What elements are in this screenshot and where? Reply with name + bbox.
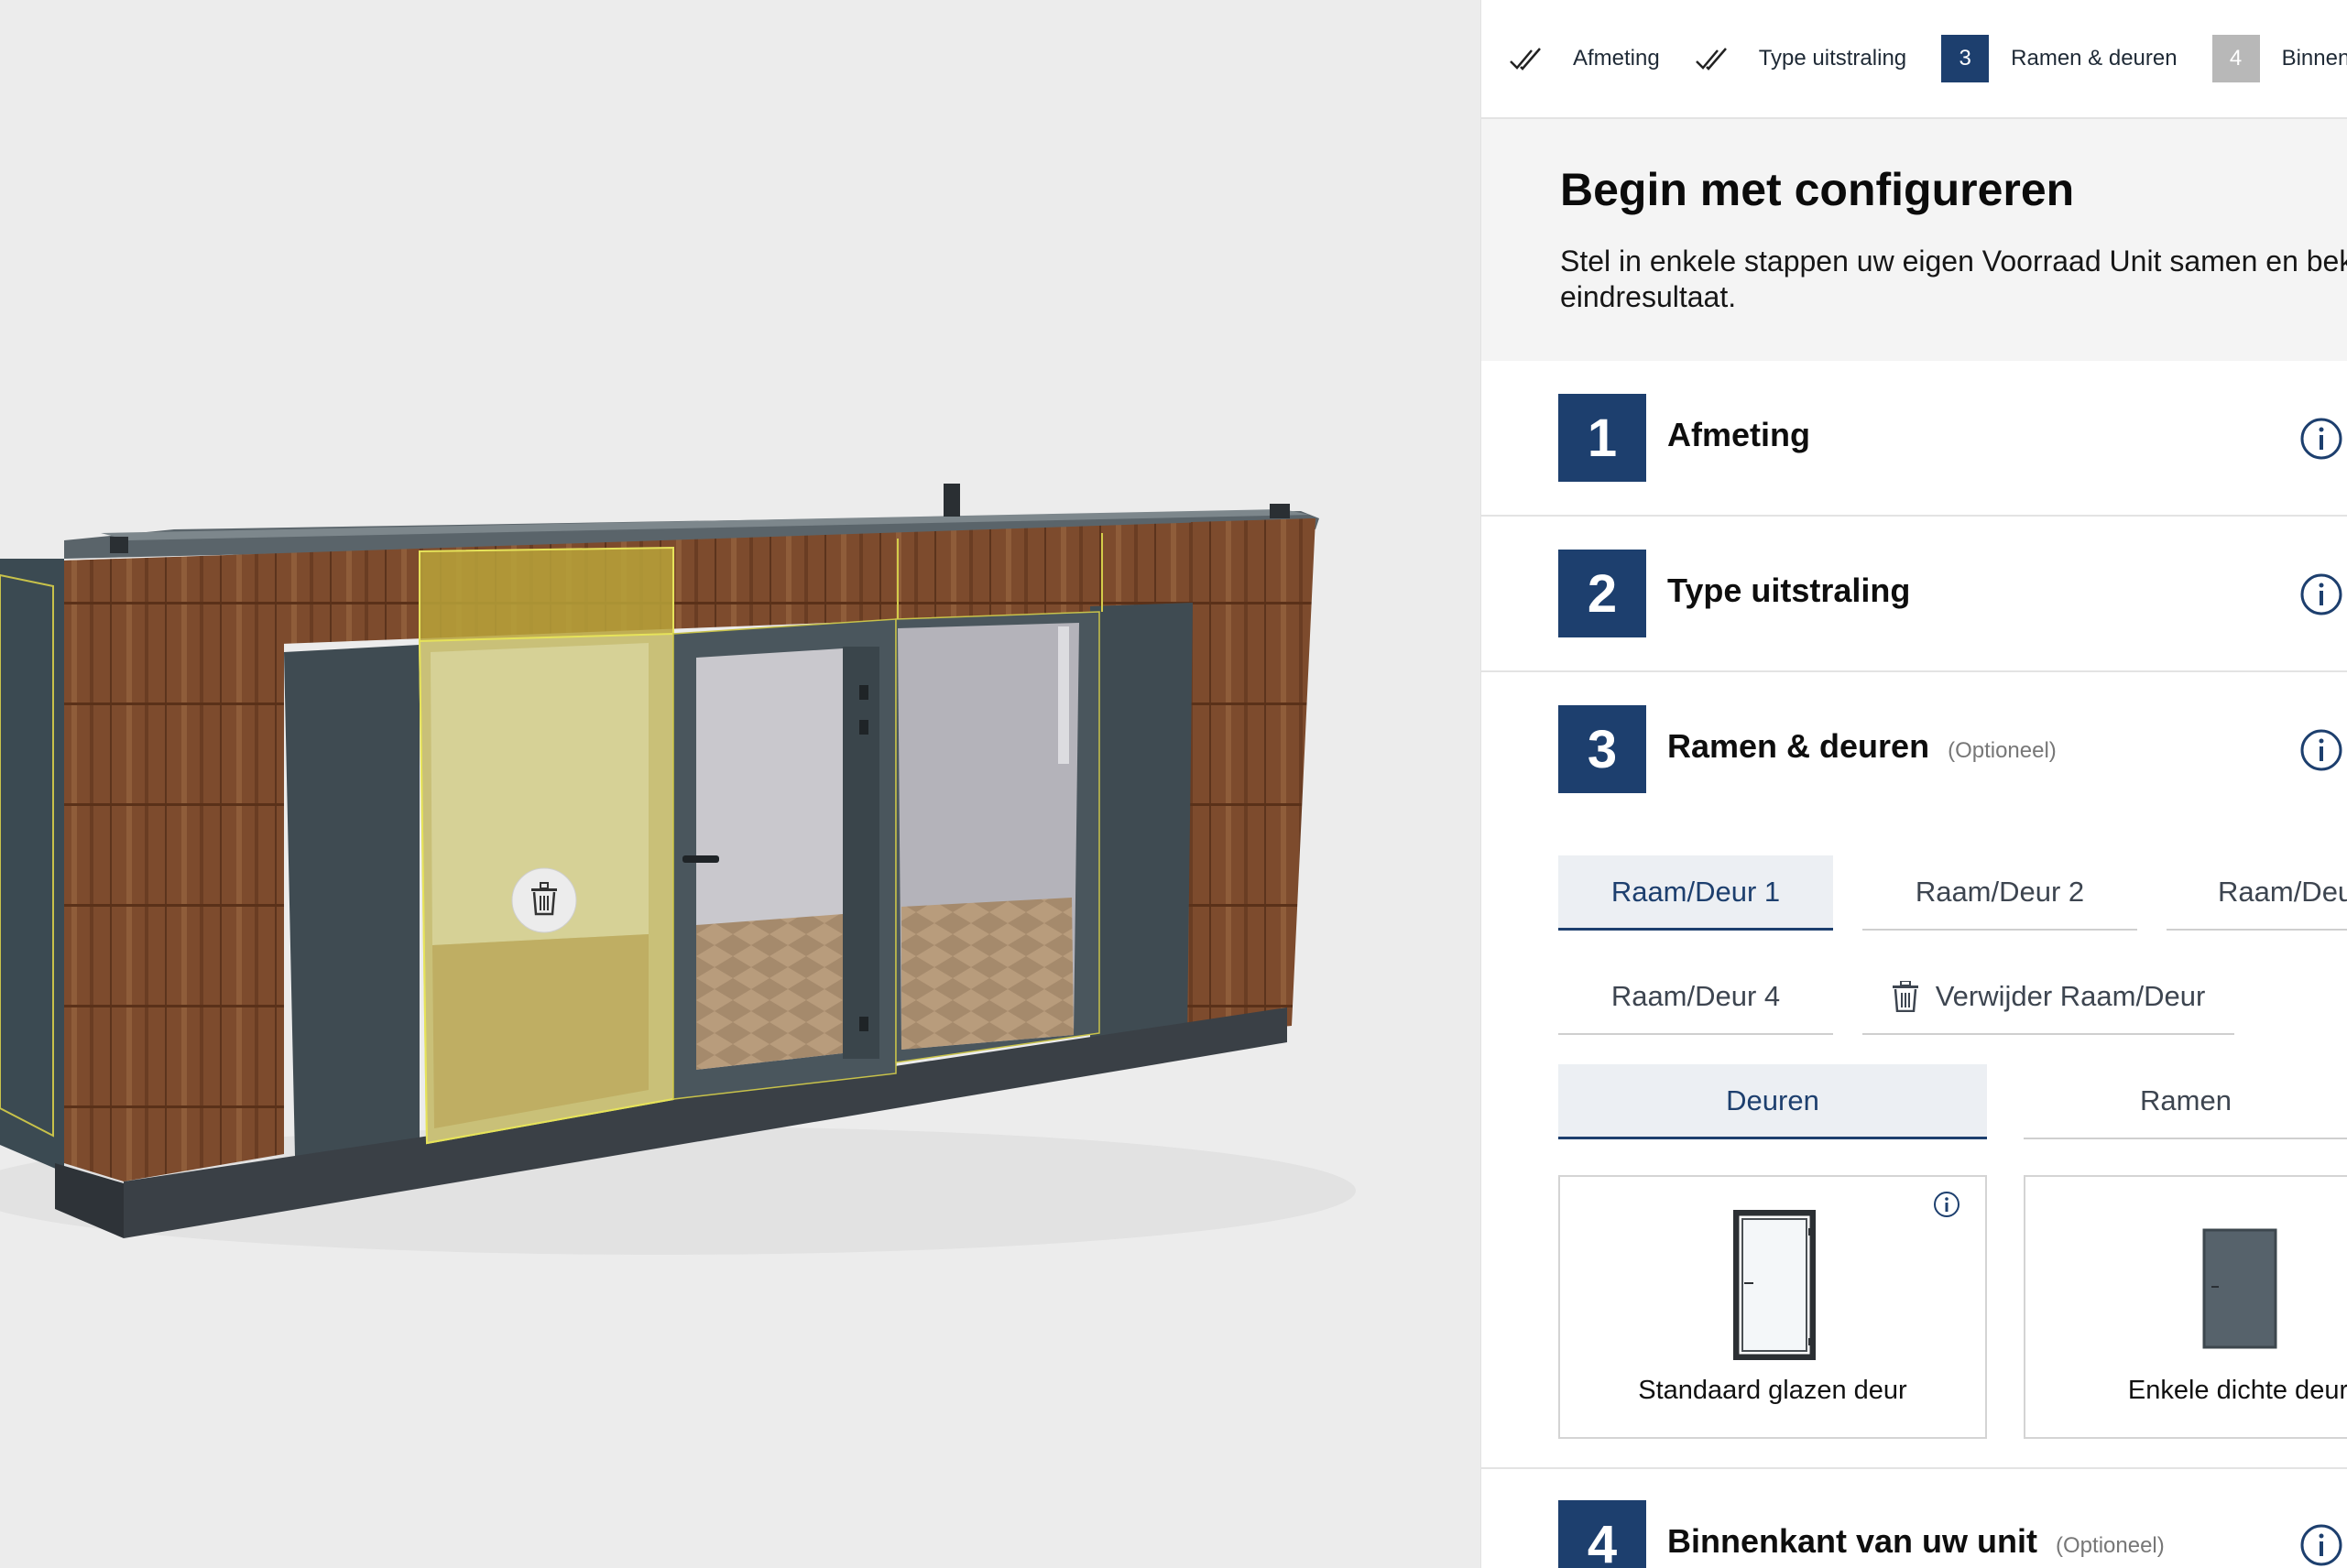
section-title: Binnenkant van uw unit xyxy=(1667,1522,2038,1560)
intro: Begin met configureren Stel in enkele st… xyxy=(1481,119,2347,361)
tab-raam-deur-1[interactable]: Raam/Deur 1 xyxy=(1558,855,1833,931)
info-icon[interactable] xyxy=(1932,1190,1961,1219)
section-title-wrap: Ramen & deuren (Optioneel) xyxy=(1667,727,2057,766)
glass-door-icon xyxy=(1733,1210,1816,1360)
section-number: 2 xyxy=(1558,550,1646,637)
optional-label: (Optioneel) xyxy=(2056,1533,2165,1558)
info-icon[interactable] xyxy=(2298,1522,2344,1568)
info-icon[interactable] xyxy=(2298,727,2344,773)
optional-label: (Optioneel) xyxy=(1948,738,2057,763)
solid-door-icon xyxy=(2202,1228,2277,1349)
configurator-panel: Afmeting Type uitstraling 3 Ramen & deur… xyxy=(1480,0,2347,1568)
stepper-step-afmeting[interactable]: Afmeting xyxy=(1509,45,1660,72)
section-number: 4 xyxy=(1558,1500,1646,1568)
container-side-panel xyxy=(0,559,64,1172)
stepper-label: Ramen & deuren xyxy=(2011,46,2178,71)
3d-viewport[interactable] xyxy=(0,0,1480,1568)
info-icon[interactable] xyxy=(2298,572,2344,617)
stepper-step-binnenkant[interactable]: 4 Binnen xyxy=(2211,35,2347,82)
intro-text: Stel in enkele stappen uw eigen Voorraad… xyxy=(1560,245,2347,313)
tab-raam-deur-2[interactable]: Raam/Deur 2 xyxy=(1862,855,2137,931)
section-title-wrap: Binnenkant van uw unit (Optioneel) xyxy=(1667,1522,2165,1561)
remove-label: Verwijder Raam/Deur xyxy=(1935,980,2206,1012)
stepper: Afmeting Type uitstraling 3 Ramen & deur… xyxy=(1481,0,2347,119)
remove-window-door-button[interactable]: Verwijder Raam/Deur xyxy=(1862,960,2234,1035)
stepper-label: Binnen xyxy=(2281,46,2347,71)
tab-deuren[interactable]: Deuren xyxy=(1558,1064,1987,1139)
section-title: Afmeting xyxy=(1667,416,1810,453)
section-number: 3 xyxy=(1558,705,1646,793)
door-handle xyxy=(682,855,719,863)
stepper-step-type-uitstraling[interactable]: Type uitstraling xyxy=(1695,45,1906,72)
double-check-icon xyxy=(1510,48,1541,71)
info-icon[interactable] xyxy=(2298,416,2344,462)
section-title: Type uitstraling xyxy=(1667,572,1911,609)
stepper-number: 4 xyxy=(2211,35,2260,82)
section-header[interactable]: 3 Ramen & deuren (Optioneel) xyxy=(1481,672,2347,828)
tab-raam-deur-4[interactable]: Raam/Deur 4 xyxy=(1558,960,1833,1035)
trash-icon xyxy=(1892,981,1918,1012)
page-title: Begin met configureren xyxy=(1560,164,2075,215)
tab-ramen[interactable]: Ramen xyxy=(2024,1064,2347,1139)
wood-column-left xyxy=(64,554,284,1181)
delete-overlay-button[interactable] xyxy=(511,867,577,933)
stepper-label: Afmeting xyxy=(1573,46,1660,71)
section-number: 1 xyxy=(1558,394,1646,482)
wood-column-right xyxy=(1182,518,1315,1035)
option-label: Standaard glazen deur xyxy=(1638,1376,1907,1405)
section-type-uitstraling[interactable]: 2 Type uitstraling xyxy=(1481,517,2347,672)
section-binnenkant[interactable]: 4 Binnenkant van uw unit (Optioneel) xyxy=(1481,1467,2347,1568)
option-card-standaard-glazen-deur[interactable]: Standaard glazen deur xyxy=(1558,1175,1987,1439)
stepper-number: 3 xyxy=(1941,35,1990,82)
double-check-icon xyxy=(1695,48,1727,71)
tab-raam-deur-3[interactable]: Raam/Deu xyxy=(2167,855,2347,931)
roof-vent xyxy=(944,484,960,517)
section-afmeting[interactable]: 1 Afmeting xyxy=(1481,361,2347,517)
stepper-step-ramen-deuren[interactable]: 3 Ramen & deuren xyxy=(1941,35,2178,82)
option-label: Enkele dichte deur xyxy=(2127,1376,2347,1405)
stepper-label: Type uitstraling xyxy=(1758,46,1907,71)
container-render[interactable] xyxy=(0,0,1480,1568)
option-card-enkele-dichte-deur[interactable]: Enkele dichte deur xyxy=(2024,1175,2347,1439)
section-title: Ramen & deuren xyxy=(1667,727,1930,765)
